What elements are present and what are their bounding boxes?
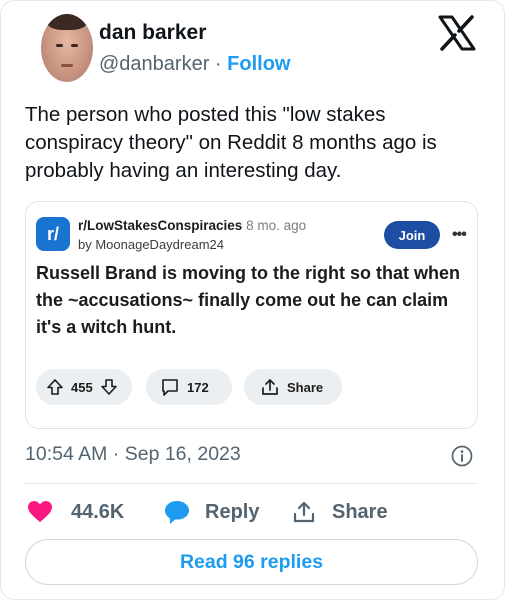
- reddit-post-embed[interactable]: r/ r/LowStakesConspiracies 8 mo. ago by …: [25, 201, 478, 429]
- display-name[interactable]: dan barker: [99, 21, 206, 45]
- like-count: 44.6K: [71, 500, 125, 523]
- vote-count: 455: [71, 379, 93, 395]
- post-time: 8 mo. ago: [246, 218, 307, 233]
- avatar-eye: [56, 44, 63, 47]
- vote-pill: 455: [36, 369, 132, 405]
- avatar-mouth: [61, 64, 73, 67]
- share-pill[interactable]: Share: [244, 369, 342, 405]
- share-label: Share: [287, 379, 324, 395]
- x-logo-icon[interactable]: [437, 15, 477, 51]
- share-label: Share: [332, 500, 388, 523]
- join-button[interactable]: Join: [384, 221, 440, 249]
- avatar-hair: [47, 14, 87, 30]
- upvote-icon[interactable]: [46, 378, 64, 396]
- read-replies-button[interactable]: Read 96 replies: [25, 539, 478, 585]
- tweet-timestamp[interactable]: 10:54 AM · Sep 16, 2023: [25, 443, 241, 466]
- comments-pill[interactable]: 172: [146, 369, 232, 405]
- tweet-text: The person who posted this "low stakes c…: [25, 103, 437, 182]
- tweet-card: dan barker @danbarker · Follow The perso…: [0, 0, 505, 600]
- like-button[interactable]: 44.6K: [27, 499, 124, 525]
- subreddit-icon[interactable]: r/: [36, 217, 70, 251]
- subreddit-name-line: r/LowStakesConspiracies 8 mo. ago: [78, 218, 306, 233]
- handle-line: @danbarker · Follow: [99, 53, 290, 76]
- share-button[interactable]: Share: [292, 499, 388, 525]
- post-author[interactable]: by MoonageDaydream24: [78, 237, 224, 252]
- reply-bubble-icon: [165, 501, 189, 524]
- reply-button[interactable]: Reply: [163, 499, 259, 525]
- handle-separator: ·: [209, 53, 228, 75]
- share-upload-icon: [262, 379, 278, 395]
- avatar-eye: [71, 44, 78, 47]
- comment-bubble-icon: [162, 379, 178, 396]
- avatar[interactable]: [41, 14, 93, 82]
- heart-icon: [28, 501, 52, 522]
- info-icon[interactable]: [451, 445, 473, 467]
- more-options-icon[interactable]: •••: [452, 226, 467, 244]
- comment-count: 172: [187, 379, 209, 395]
- divider: [25, 483, 478, 484]
- downvote-icon[interactable]: [100, 378, 118, 396]
- share-upload-icon: [293, 501, 315, 523]
- post-title[interactable]: Russell Brand is moving to the right so …: [36, 260, 466, 341]
- follow-link[interactable]: Follow: [227, 53, 290, 75]
- subreddit-name[interactable]: r/LowStakesConspiracies: [78, 218, 242, 233]
- user-handle[interactable]: @danbarker: [99, 53, 209, 75]
- reply-label: Reply: [205, 500, 260, 523]
